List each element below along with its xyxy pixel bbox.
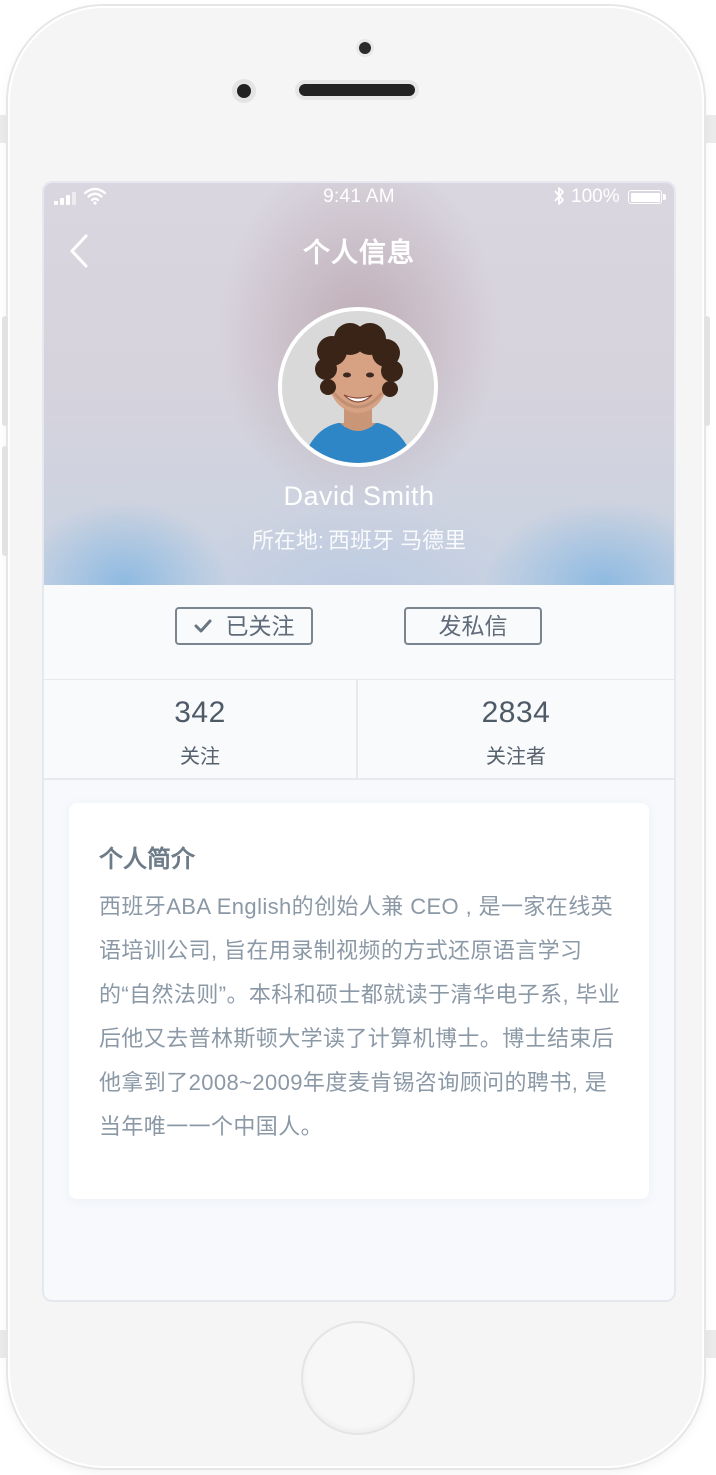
battery-percentage: 100% [571, 186, 620, 207]
bio-title: 个人简介 [99, 846, 195, 873]
front-camera [237, 84, 251, 98]
avatar[interactable] [278, 307, 438, 467]
followers-stat[interactable]: 2834 关注者 [359, 680, 673, 778]
volume-button [2, 316, 8, 426]
follow-button[interactable]: 已关注 [175, 607, 313, 645]
volume-button [2, 446, 8, 556]
check-icon [194, 619, 211, 633]
message-button[interactable]: 发私信 [404, 607, 542, 645]
followers-label: 关注者 [486, 746, 546, 768]
proximity-sensor [359, 42, 371, 54]
profile-name: David Smith [283, 481, 435, 511]
bio-text: 西班牙ABA English的创始人兼 CEO , 是一家在线英语培训公司, 旨… [99, 894, 621, 1139]
page-title: 个人信息 [303, 238, 415, 268]
followers-count: 2834 [481, 696, 551, 729]
following-label: 关注 [180, 746, 220, 768]
app-screen: 9:41 AM 100% 个人信息 David Smith 所在地: 西班牙 马… [42, 181, 676, 1302]
message-button-label: 发私信 [438, 613, 508, 639]
status-bar: 9:41 AM 100% [44, 183, 674, 211]
profile-location: 所在地: 西班牙 马德里 [44, 523, 674, 555]
earpiece-speaker [299, 84, 415, 96]
bluetooth-icon [554, 187, 564, 205]
location-value: 西班牙 马德里 [328, 528, 467, 553]
avatar-image [282, 311, 434, 463]
bio-card: 个人简介 西班牙ABA English的创始人兼 CEO , 是一家在线英语培训… [69, 803, 649, 1199]
following-stat[interactable]: 342 关注 [44, 680, 358, 778]
stats-bar: 342 关注 2834 关注者 [44, 680, 674, 780]
profile-header: 9:41 AM 100% 个人信息 David Smith 所在地: 西班牙 马… [44, 183, 674, 585]
following-count: 342 [174, 696, 226, 729]
action-bar: 已关注 发私信 [44, 585, 674, 681]
battery-icon [628, 190, 666, 204]
location-label: 所在地: [251, 528, 324, 553]
power-button [704, 316, 710, 426]
page: 9:41 AM 100% 个人信息 David Smith 所在地: 西班牙 马… [0, 0, 716, 1475]
home-button[interactable] [303, 1323, 413, 1433]
follow-button-label: 已关注 [225, 613, 295, 639]
